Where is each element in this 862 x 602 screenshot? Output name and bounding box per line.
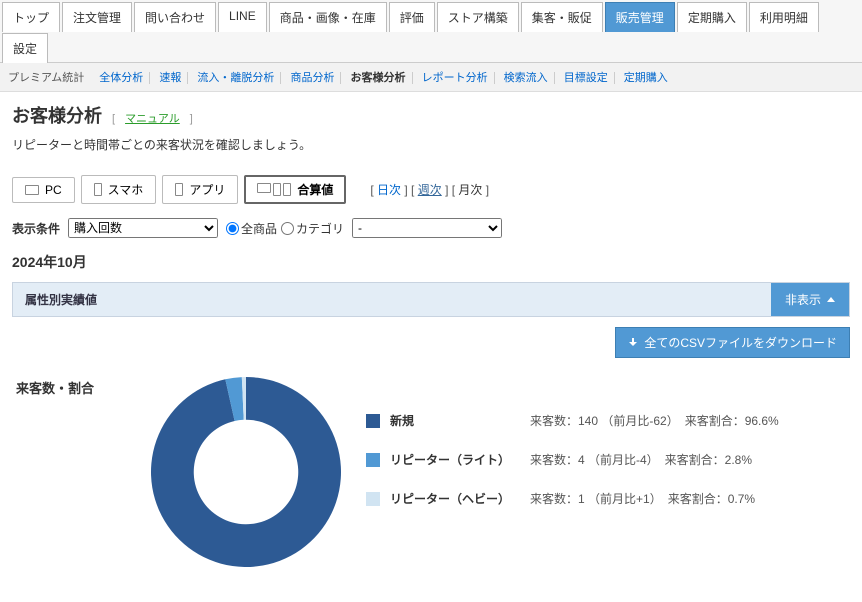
legend-values: 来客数：4 （前月比-4） 来客割合：2.8% (530, 451, 752, 468)
section-header: 属性別実績値 非表示 (12, 282, 850, 317)
chart-legend: 新規来客数：140 （前月比-62） 来客割合：96.6% リピーター（ライト） 来… (366, 372, 846, 529)
legend-row: リピーター（ヘビー） 来客数：1 （前月比+1） 来客割合：0.7% (366, 490, 846, 507)
tab-billing[interactable]: 利用明細 (749, 2, 819, 32)
tab-top[interactable]: トップ (2, 2, 60, 32)
condition-select[interactable]: 購入回数 (68, 218, 218, 238)
subnav-inflow[interactable]: 流入・離脱分析 (191, 72, 281, 84)
legend-row: 新規来客数：140 （前月比-62） 来客割合：96.6% (366, 412, 846, 429)
subnav-report[interactable]: レポート分析 (416, 72, 495, 84)
radio-cat-input[interactable] (281, 222, 294, 235)
chart-title: 来客数・割合 (16, 372, 126, 397)
main-tabs: トップ 注文管理 問い合わせ LINE 商品・画像・在庫 評価 ストア構築 集客… (0, 0, 862, 63)
tab-review[interactable]: 評価 (389, 2, 435, 32)
device-sum[interactable]: 合算値 (244, 175, 346, 204)
subnav-search[interactable]: 検索流入 (498, 72, 555, 84)
subnav-product[interactable]: 商品分析 (284, 72, 341, 84)
subnav-flash[interactable]: 速報 (153, 72, 188, 84)
phone-icon (94, 183, 102, 196)
legend-name: リピーター（ヘビー） (390, 490, 520, 507)
section-title: 属性別実績値 (13, 283, 771, 316)
subnav-sub[interactable]: 定期購入 (618, 72, 674, 84)
period-links: [ 日次 ] [ 週次 ] [ 月次 ] (370, 181, 489, 198)
subnav-goal[interactable]: 目標設定 (558, 72, 615, 84)
radio-all-input[interactable] (226, 222, 239, 235)
category-select[interactable]: - (352, 218, 502, 238)
download-icon (628, 338, 638, 348)
tab-inquiry[interactable]: 問い合わせ (134, 2, 216, 32)
period-monthly[interactable]: 月次 (458, 183, 482, 197)
donut-chart (146, 372, 346, 572)
legend-swatch (366, 492, 380, 506)
filter-bar: PC スマホ アプリ 合算値 [ 日次 ] [ 週次 ] [ 月次 ] (12, 171, 850, 208)
tab-line[interactable]: LINE (218, 2, 267, 32)
device-sp[interactable]: スマホ (81, 175, 157, 204)
chart-section: 来客数・割合 新規来客数：140 （前月比-62） 来客割合：96.6% リピータ… (12, 372, 850, 592)
page-title: お客様分析 (12, 102, 102, 128)
device-app[interactable]: アプリ (162, 175, 238, 204)
period-weekly[interactable]: 週次 (418, 183, 442, 197)
legend-row: リピーター（ライト） 来客数：4 （前月比-4） 来客割合：2.8% (366, 451, 846, 468)
legend-values: 来客数：1 （前月比+1） 来客割合：0.7% (530, 490, 755, 507)
condition-label: 表示条件 (12, 220, 60, 237)
manual-link[interactable]: マニュアル (125, 110, 180, 126)
chevron-up-icon (827, 297, 835, 302)
tab-orders[interactable]: 注文管理 (62, 2, 132, 32)
tab-store[interactable]: ストア構築 (437, 2, 519, 32)
devices-icon (257, 183, 291, 196)
legend-name: リピーター（ライト） (390, 451, 520, 468)
legend-name: 新規 (390, 412, 520, 429)
tab-marketing[interactable]: 集客・販促 (521, 2, 603, 32)
desktop-icon (25, 185, 39, 195)
tab-sales[interactable]: 販売管理 (605, 2, 675, 32)
device-pc[interactable]: PC (12, 177, 75, 203)
month-title: 2024年10月 (12, 252, 850, 272)
subnav-overall[interactable]: 全体分析 (93, 72, 150, 84)
tab-settings[interactable]: 設定 (2, 33, 48, 63)
legend-values: 来客数：140 （前月比-62） 来客割合：96.6% (530, 412, 779, 429)
period-daily[interactable]: 日次 (377, 183, 401, 197)
phone-icon (175, 183, 183, 196)
sub-nav: プレミアム統計 全体分析 速報 流入・離脱分析 商品分析 お客様分析 レポート分… (0, 63, 862, 92)
condition-row: 表示条件 購入回数 全商品 カテゴリ - (12, 218, 850, 238)
tab-products[interactable]: 商品・画像・在庫 (269, 2, 387, 32)
section-toggle[interactable]: 非表示 (771, 283, 849, 316)
download-all-csv-button[interactable]: 全てのCSVファイルをダウンロード (615, 327, 850, 358)
tab-subscription[interactable]: 定期購入 (677, 2, 747, 32)
page-description: リピーターと時間帯ごとの来客状況を確認しましょう。 (12, 136, 850, 153)
legend-swatch (366, 414, 380, 428)
radio-all-products[interactable]: 全商品 (226, 220, 277, 237)
legend-swatch (366, 453, 380, 467)
subnav-label: プレミアム統計 (8, 72, 84, 84)
radio-category[interactable]: カテゴリ (281, 220, 344, 237)
subnav-customer[interactable]: お客様分析 (345, 72, 413, 84)
